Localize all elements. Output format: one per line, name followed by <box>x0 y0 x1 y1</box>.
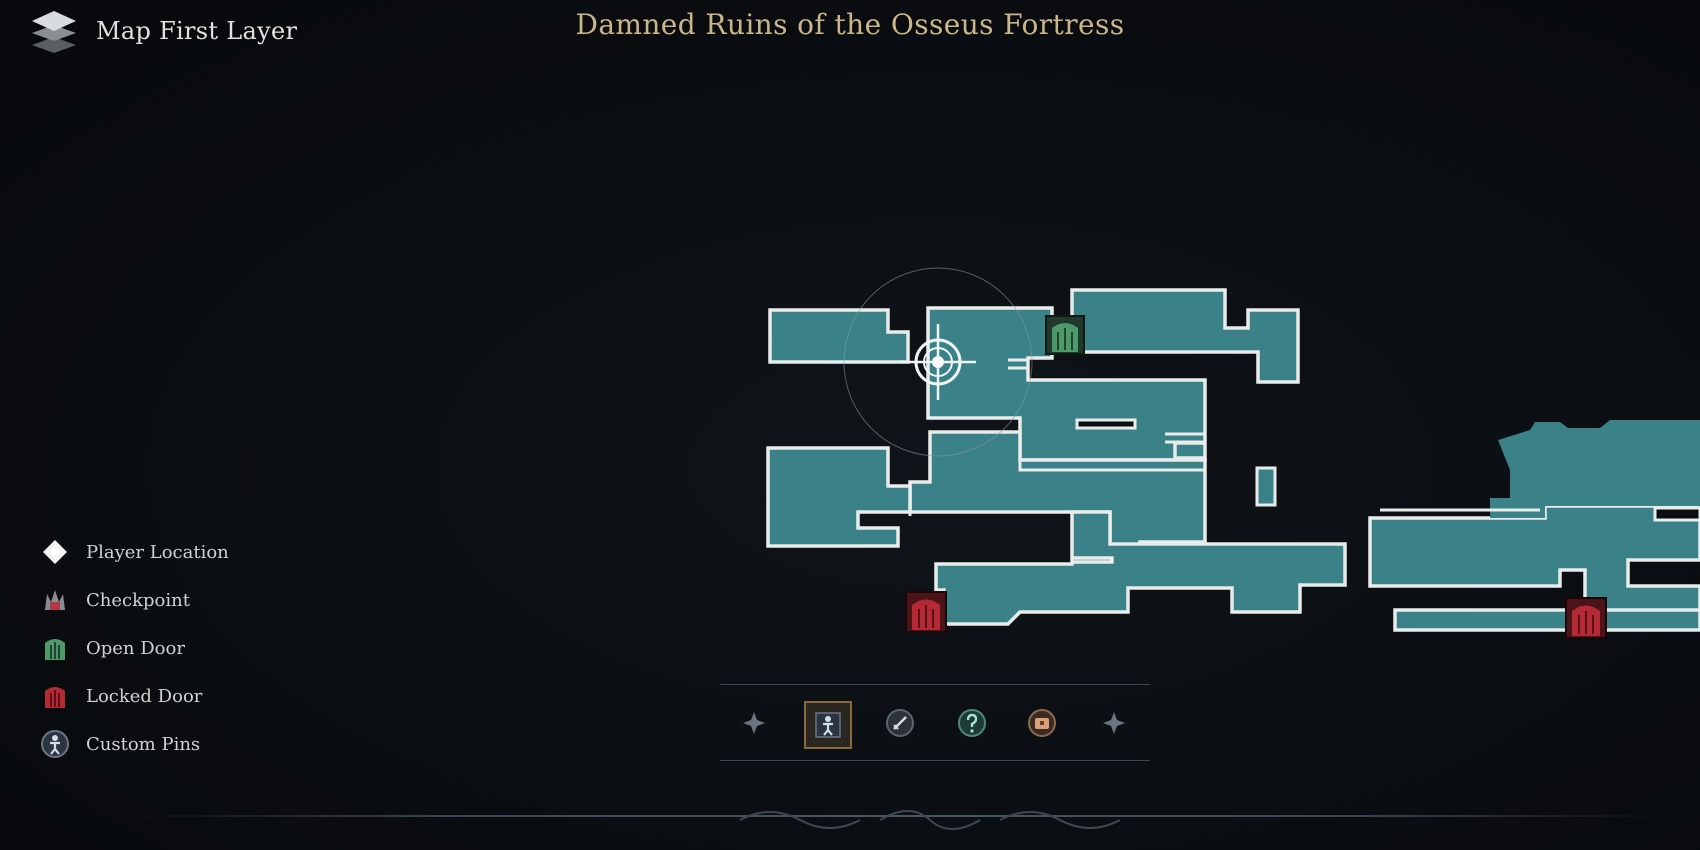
filter-unknown-button[interactable] <box>954 705 990 741</box>
prev-arrow-icon <box>743 712 765 734</box>
legend-label: Custom Pins <box>86 733 201 755</box>
room-north-east <box>1070 288 1300 384</box>
locked-door-marker[interactable] <box>905 591 947 633</box>
filter-combat-button[interactable] <box>882 705 918 741</box>
map-legend: Player Location Checkpoint Open Door Loc… <box>40 528 229 768</box>
room-west-upper <box>768 308 910 364</box>
custom-pin-icon <box>40 729 70 759</box>
room-far-east-south <box>1393 608 1700 632</box>
locked-door-marker[interactable] <box>1565 597 1607 639</box>
legend-label: Checkpoint <box>86 589 190 611</box>
legend-item-checkpoint[interactable]: Checkpoint <box>40 576 229 624</box>
chest-icon <box>1028 709 1056 737</box>
legend-item-player-location[interactable]: Player Location <box>40 528 229 576</box>
filter-next-button[interactable] <box>1096 705 1132 741</box>
open-door-icon <box>40 633 70 663</box>
filter-prev-button[interactable] <box>736 705 772 741</box>
filter-bar-top-rule <box>720 684 1150 685</box>
locked-door-icon <box>40 681 70 711</box>
room-east-corridor <box>1368 504 1700 628</box>
legend-label: Player Location <box>86 541 229 563</box>
custom-pin-filter-icon <box>815 712 841 738</box>
map-rooms <box>766 288 1700 632</box>
filter-custom-pins-button[interactable] <box>804 701 852 749</box>
legend-label: Locked Door <box>86 685 203 707</box>
legend-item-locked-door[interactable]: Locked Door <box>40 672 229 720</box>
player-location-icon <box>40 537 70 567</box>
room-far-east <box>1490 420 1700 518</box>
pin-filter-bar <box>720 683 1150 763</box>
filter-bar-bottom-rule <box>720 760 1150 761</box>
sword-icon <box>886 709 914 737</box>
legend-label: Open Door <box>86 637 185 659</box>
bottom-ornament <box>739 810 1121 830</box>
next-arrow-icon <box>1103 712 1125 734</box>
legend-item-open-door[interactable]: Open Door <box>40 624 229 672</box>
question-mark-icon <box>958 709 986 737</box>
area-title: Damned Ruins of the Osseus Fortress <box>575 8 1125 41</box>
checkpoint-icon <box>40 585 70 615</box>
open-door-marker[interactable] <box>1045 315 1085 355</box>
legend-item-custom-pins[interactable]: Custom Pins <box>40 720 229 768</box>
room-west-lower <box>766 446 912 548</box>
filter-loot-button[interactable] <box>1024 705 1060 741</box>
